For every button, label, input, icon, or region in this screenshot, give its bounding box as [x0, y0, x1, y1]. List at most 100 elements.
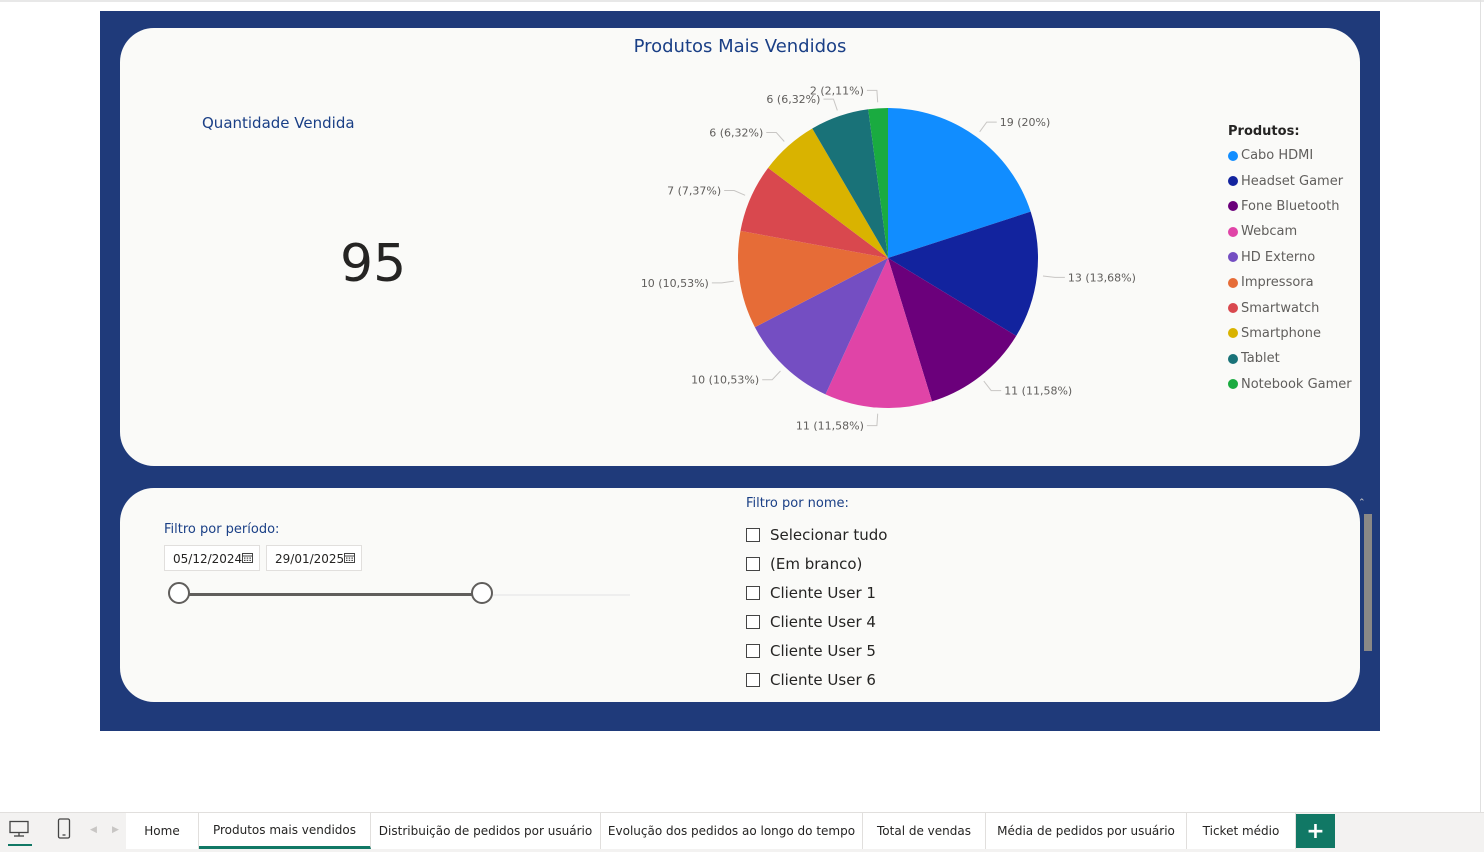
name-filter-title: Filtro por nome:: [746, 496, 849, 511]
tab-home[interactable]: Home: [126, 813, 199, 849]
chart-card: Produtos Mais Vendidos Quantidade Vendid…: [120, 28, 1360, 466]
option-label: Cliente User 6: [770, 670, 876, 689]
calendar-icon[interactable]: [242, 552, 253, 563]
name-filter-option[interactable]: Cliente User 4: [746, 607, 887, 636]
pie-leader-line: [823, 98, 838, 111]
report-canvas: Produtos Mais Vendidos Quantidade Vendid…: [100, 11, 1380, 731]
checkbox[interactable]: [746, 614, 760, 629]
legend-label: Headset Gamer: [1241, 173, 1344, 189]
legend-dot: [1228, 303, 1238, 314]
end-date-input[interactable]: 29/01/2025: [266, 545, 362, 571]
tab-evolucao-pedidos[interactable]: Evolução dos pedidos ao longo do tempo: [601, 813, 863, 849]
legend-dot: [1228, 277, 1238, 288]
checkbox[interactable]: [746, 643, 760, 658]
tab-produtos-mais-vendidos[interactable]: Produtos mais vendidos: [199, 813, 371, 849]
date-slider-end-handle[interactable]: [470, 582, 493, 604]
legend-item[interactable]: Webcam: [1228, 219, 1352, 244]
pie-data-label: 6 (6,32%): [709, 127, 763, 140]
date-slider-start-handle[interactable]: [168, 582, 190, 604]
pie-chart[interactable]: 19 (20%) 13 (13,68%) 11 (11,58%) 11 (11,58%…: [120, 28, 1360, 466]
legend-item[interactable]: Smartwatch: [1228, 295, 1352, 320]
option-label: Cliente User 1: [770, 583, 876, 602]
top-border: [0, 0, 1484, 2]
legend-title: Produtos:: [1228, 124, 1300, 139]
legend-dot: [1228, 379, 1238, 390]
tab-media-pedidos[interactable]: Média de pedidos por usuário: [986, 813, 1187, 849]
filters-card: Filtro por período: 05/12/2024 29/01/202…: [120, 488, 1360, 702]
legend-dot: [1228, 353, 1238, 364]
pie-leader-line: [724, 190, 746, 196]
pie-leader-line: [866, 413, 879, 427]
option-label: (Em branco): [770, 554, 863, 573]
legend-item[interactable]: Cabo HDMI: [1228, 143, 1352, 168]
legend-label: Notebook Gamer: [1241, 376, 1352, 392]
legend-item[interactable]: Impressora: [1228, 270, 1352, 295]
mobile-layout-icon[interactable]: [56, 818, 72, 840]
legend-dot: [1228, 252, 1238, 263]
pie-data-label: 11 (11,58%): [1004, 385, 1072, 398]
checkbox[interactable]: [746, 556, 760, 571]
legend-label: Fone Bluetooth: [1241, 198, 1340, 214]
pie-data-label: 7 (7,37%): [667, 185, 721, 198]
option-label: Selecionar tudo: [770, 525, 888, 544]
pie-leader-line: [711, 280, 734, 284]
start-date-input[interactable]: 05/12/2024: [164, 545, 260, 571]
scroll-up-icon[interactable]: ⌃: [1358, 498, 1366, 508]
checkbox[interactable]: [746, 672, 760, 687]
pie-data-label: 10 (10,53%): [691, 374, 759, 387]
legend-item[interactable]: Headset Gamer: [1228, 168, 1352, 193]
legend-dot: [1228, 328, 1238, 339]
right-border: [1480, 0, 1481, 812]
legend-dot: [1228, 201, 1238, 212]
legend-dot: [1228, 176, 1238, 187]
legend-item[interactable]: Notebook Gamer: [1228, 372, 1352, 397]
legend-label: Impressora: [1241, 275, 1314, 291]
pie-leader-line: [979, 121, 997, 133]
checkbox[interactable]: [746, 527, 760, 542]
date-slider-range: [180, 593, 482, 596]
name-filter-option[interactable]: Cliente User 5: [746, 636, 887, 665]
desktop-layout-active-indicator: [8, 844, 32, 846]
name-filter-option[interactable]: Selecionar tudo: [746, 520, 887, 549]
legend-label: Webcam: [1241, 224, 1298, 240]
legend-label: HD Externo: [1241, 249, 1316, 265]
name-filter-option[interactable]: Cliente User 1: [746, 578, 887, 607]
legend-label: Tablet: [1241, 351, 1280, 367]
pie-data-label: 10 (10,53%): [641, 277, 709, 290]
end-date-value: 29/01/2025: [275, 552, 345, 566]
tab-scroll-left-icon[interactable]: ◀: [90, 825, 97, 835]
calendar-icon[interactable]: [344, 552, 355, 563]
tab-total-vendas[interactable]: Total de vendas: [863, 813, 986, 849]
legend-dot: [1228, 150, 1238, 161]
start-date-value: 05/12/2024: [173, 552, 243, 566]
pie-data-label: 13 (13,68%): [1068, 271, 1136, 284]
pie-leader-line: [983, 380, 1002, 392]
legend-item[interactable]: Smartphone: [1228, 321, 1352, 346]
add-page-button[interactable]: +: [1296, 814, 1335, 848]
legend-item[interactable]: Tablet: [1228, 346, 1352, 371]
pie-data-label: 11 (11,58%): [796, 420, 864, 433]
pie-data-label: 19 (20%): [1000, 116, 1051, 129]
tab-ticket-medio[interactable]: Ticket médio: [1187, 813, 1296, 849]
page-tab-bar: ◀ ▶ Home Produtos mais vendidos Distribu…: [0, 812, 1484, 852]
chart-legend: Produtos: Cabo HDMI Headset Gamer Fone Blu…: [1228, 124, 1352, 397]
checkbox[interactable]: [746, 585, 760, 600]
name-filter-option[interactable]: Cliente User 6: [746, 665, 887, 694]
option-label: Cliente User 4: [770, 612, 876, 631]
pie-leader-line: [1042, 275, 1065, 278]
desktop-layout-icon[interactable]: [8, 820, 30, 838]
legend-dot: [1228, 226, 1238, 237]
legend-item[interactable]: Fone Bluetooth: [1228, 194, 1352, 219]
pie-leader-line: [762, 370, 781, 381]
tab-scroll-right-icon[interactable]: ▶: [112, 825, 119, 835]
tab-distribuicao-pedidos[interactable]: Distribuição de pedidos por usuário: [371, 813, 601, 849]
filter-scrollbar[interactable]: [1364, 514, 1372, 651]
name-filter-list: Selecionar tudo (Em branco) Cliente User 1…: [746, 520, 887, 694]
option-label: Cliente User 5: [770, 641, 876, 660]
pie-data-label: 2 (2,11%): [810, 84, 864, 97]
legend-item[interactable]: HD Externo: [1228, 245, 1352, 270]
name-filter-option[interactable]: (Em branco): [746, 549, 887, 578]
legend-label: Smartphone: [1241, 325, 1322, 341]
period-filter-title: Filtro por período:: [164, 522, 280, 537]
pie-leader-line: [766, 132, 785, 142]
